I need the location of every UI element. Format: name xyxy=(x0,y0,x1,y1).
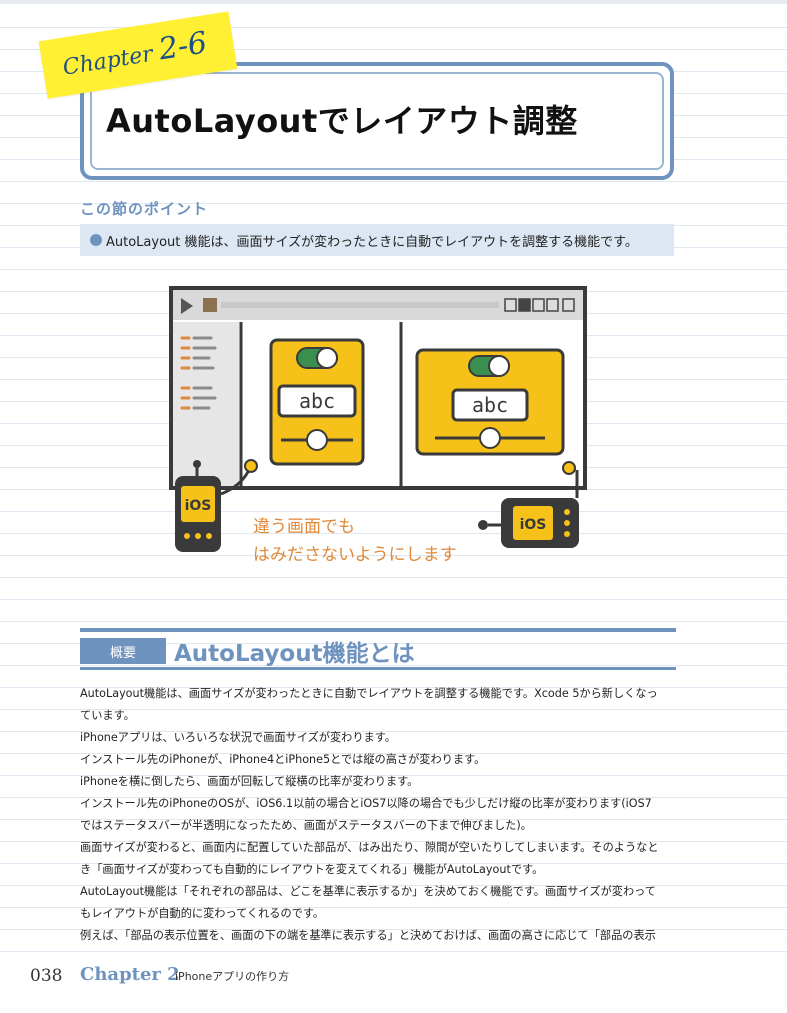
section-rule-bottom xyxy=(80,667,676,670)
chapter-label: Chapter xyxy=(61,41,155,81)
body-line: き「画面サイズが変わっても自動的にレイアウトを変えてくれる」機能がAutoLay… xyxy=(80,863,544,876)
toolbar-button-5-icon xyxy=(562,298,575,312)
portrait-phone-screen: abc xyxy=(269,338,365,466)
toolbar-button-1-icon xyxy=(504,298,517,312)
toolbar-bar xyxy=(221,302,499,308)
chapter-number: 2-6 xyxy=(156,25,210,68)
caption-line-2: はみださないようにします xyxy=(253,545,457,565)
body-line: AutoLayout機能は「それぞれの部品は、どこを基準に表示するか」を決めてお… xyxy=(80,885,656,898)
footer-subtitle: iPhoneアプリの作り方 xyxy=(175,970,290,983)
body-line: インストール先のiPhoneが、iPhone4とiPhone5とでは縦の高さが変… xyxy=(80,753,486,766)
footer-chapter: Chapter 2 xyxy=(80,964,180,985)
body-line: AutoLayout機能は、画面サイズが変わったときに自動でレイアウトを調整する… xyxy=(80,687,658,700)
page-footer: 038 Chapter 2 iPhoneアプリの作り方 xyxy=(0,960,787,1013)
body-line: 画面サイズが変わると、画面内に配置していた部品が、はみ出たり、隙間が空いたりして… xyxy=(80,841,659,854)
section-rule-top xyxy=(80,628,676,632)
point-heading: この節のポイント xyxy=(80,200,209,218)
section-title: AutoLayout機能とは xyxy=(174,641,415,667)
body-line: ています。 xyxy=(80,709,135,722)
stop-icon xyxy=(203,298,217,312)
title-box: AutoLayoutでレイアウト調整 xyxy=(80,62,674,180)
bullet-dot-icon xyxy=(90,234,102,246)
screen-text-label: abc xyxy=(299,389,335,413)
toolbar-button-4-icon xyxy=(546,298,559,312)
landscape-phone-screen: abc xyxy=(415,348,565,456)
screen-text-label: abc xyxy=(472,393,508,417)
page-number: 038 xyxy=(30,966,63,986)
point-text: AutoLayout 機能は、画面サイズが変わったときに自動でレイアウトを調整す… xyxy=(106,234,638,250)
body-text: AutoLayout機能は、画面サイズが変わったときに自動でレイアウトを調整する… xyxy=(80,683,680,947)
caption-line-1: 違う画面でも xyxy=(253,517,355,537)
page-title: AutoLayoutでレイアウト調整 xyxy=(106,102,578,140)
slider-knob-icon xyxy=(479,427,501,449)
autolayout-illustration: abc abc iOS iOS 違う画面でも はみださないようにします xyxy=(169,286,587,565)
toolbar-button-2-icon xyxy=(518,298,531,312)
body-line: ではステータスバーが半透明になったため、画面がステータスバーの下まで伸びました)… xyxy=(80,819,532,832)
section-tag: 概要 xyxy=(80,638,166,664)
toolbar-button-3-icon xyxy=(532,298,545,312)
slider-knob-icon xyxy=(306,429,328,451)
body-line: インストール先のiPhoneのOSが、iOS6.1以前の場合とiOS7以降の場合… xyxy=(80,797,652,810)
body-line: もレイアウトが自動的に変わってくれるのです。 xyxy=(80,907,325,920)
robot-right-label: iOS xyxy=(520,517,547,533)
page-top-border xyxy=(0,0,787,4)
robot-left-label: iOS xyxy=(185,498,212,514)
body-line: iPhoneを横に倒したら、画面が回転して縦横の比率が変わります。 xyxy=(80,775,419,788)
chapter-tag-text: Chapter 2-6 xyxy=(60,25,210,82)
body-line: iPhoneアプリは、いろいろな状況で画面サイズが変わります。 xyxy=(80,731,396,744)
body-line: 例えば、「部品の表示位置を、画面の下の端を基準に表示する」と決めておけば、画面の… xyxy=(80,929,656,942)
point-box: AutoLayout 機能は、画面サイズが変わったときに自動でレイアウトを調整す… xyxy=(80,224,674,256)
